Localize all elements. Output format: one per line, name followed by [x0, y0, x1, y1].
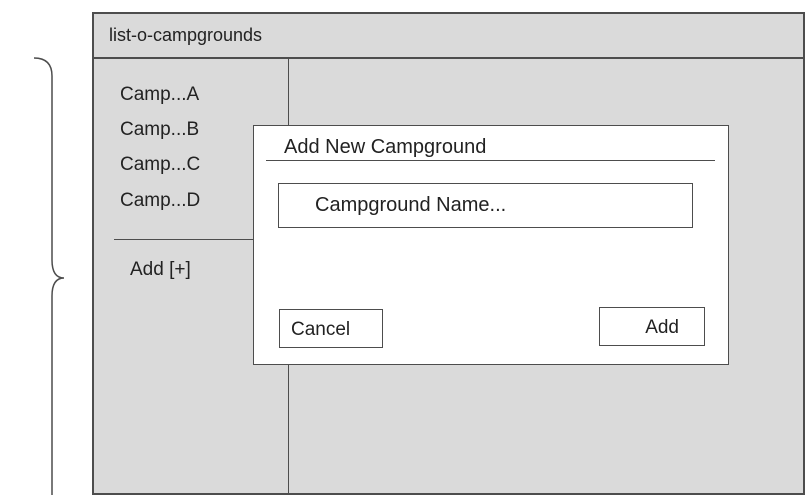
- app-title: list-o-campgrounds: [94, 14, 803, 59]
- bracket-annotation: [33, 57, 65, 495]
- campground-item-d[interactable]: Camp...D: [120, 191, 200, 211]
- campground-item-b[interactable]: Camp...B: [120, 120, 199, 140]
- dialog-title-divider: [266, 160, 715, 161]
- campground-item-c[interactable]: Camp...C: [120, 155, 200, 175]
- cancel-button[interactable]: Cancel: [279, 309, 383, 348]
- campground-item-a[interactable]: Camp...A: [120, 85, 199, 105]
- add-button[interactable]: Add: [599, 307, 705, 346]
- campground-name-input[interactable]: [278, 183, 693, 228]
- add-campground-link[interactable]: Add [+]: [130, 260, 191, 280]
- add-campground-dialog: Add New Campground Cancel Add: [253, 125, 729, 365]
- dialog-title: Add New Campground: [284, 136, 487, 158]
